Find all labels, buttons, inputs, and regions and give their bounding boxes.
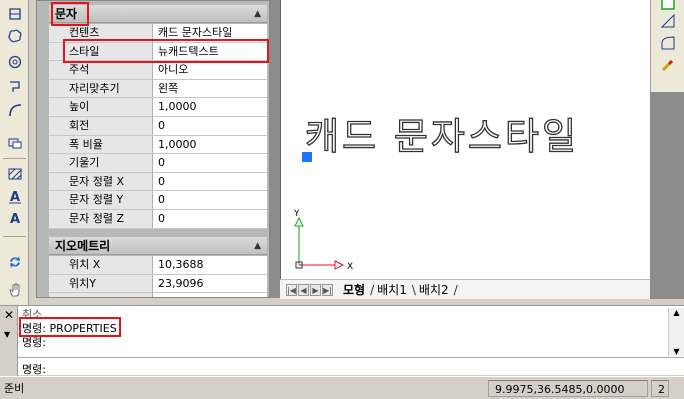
coordinate-readout: 9.9975,36.5485,0.0000 (488, 380, 648, 397)
tab-prev-icon[interactable]: ◀ (298, 283, 309, 296)
grip-point[interactable] (302, 152, 312, 162)
drawing-canvas[interactable]: 캐드 문자스타일 Y X (280, 0, 650, 299)
circle-icon[interactable] (4, 52, 26, 72)
property-row-obliquing[interactable]: 기울기 0 (49, 154, 267, 173)
property-key: 자리맞추기 (49, 79, 153, 98)
left-toolbar: A A (0, 0, 29, 305)
command-input-line[interactable]: 명령: (18, 357, 684, 376)
property-value[interactable]: 왼쪽 (153, 79, 267, 98)
property-key: 문자 정렬 X (49, 172, 153, 191)
category-text[interactable]: 문자 ▲ (49, 5, 267, 23)
dimension-arc-icon[interactable] (659, 34, 677, 52)
category-text-label: 문자 (55, 7, 78, 21)
property-key: 스타일 (49, 42, 153, 61)
property-value[interactable]: 0 (153, 209, 267, 228)
property-key: 폭 비율 (49, 135, 153, 154)
scroll-down-icon[interactable]: ▼ (669, 347, 684, 356)
status-bar: 준비 9.9975,36.5485,0.0000 2 (0, 376, 684, 399)
svg-text:A: A (10, 190, 20, 204)
regen-icon[interactable] (4, 252, 26, 272)
property-row-align-x[interactable]: 문자 정렬 X0 (49, 172, 267, 192)
app-window: A A 문자 ▲ 컨텐츠 캐드 문자스타일 스타일 뉴캐드텍스트 주석 아니오 자리맞… (0, 0, 684, 399)
property-key: 높이 (49, 98, 153, 116)
command-scrollbar[interactable]: ▲ ▼ (668, 308, 684, 356)
property-value[interactable]: 1,0000 (153, 98, 267, 116)
property-row-annotative[interactable]: 주석 아니오 (49, 61, 267, 80)
drawing-text-object[interactable]: 캐드 문자스타일 (304, 106, 579, 160)
property-row-height[interactable]: 높이 1,0000 (49, 98, 267, 117)
close-icon[interactable]: ✕ (4, 308, 14, 322)
paintbrush-icon[interactable] (659, 56, 677, 74)
geometry-properties-list: 위치 X 10,3688 위치Y 23,9096 (49, 256, 267, 297)
arc-icon[interactable] (4, 100, 26, 120)
single-text-icon[interactable]: A (4, 208, 26, 228)
property-key: 컨텐츠 (49, 24, 153, 42)
ucs-icon: Y X (293, 209, 353, 272)
property-value[interactable]: 10,3688 (153, 256, 267, 274)
dimension-linear-icon[interactable] (659, 12, 677, 30)
property-value[interactable]: 캐드 문자스타일 (153, 24, 267, 42)
spline-icon[interactable] (4, 76, 26, 96)
revision-cloud-icon[interactable] (4, 26, 26, 46)
property-key: 회전 (49, 116, 153, 135)
insert-block-icon[interactable] (4, 132, 26, 152)
command-prompt: 명령: (22, 363, 46, 376)
hatch-icon[interactable] (4, 164, 26, 184)
property-value[interactable]: 1,0000 (153, 135, 267, 154)
command-window-handle[interactable]: ✕ ▼ (0, 306, 18, 376)
tab-next-icon[interactable]: ▶ (310, 283, 321, 296)
status-misc: 2 (651, 380, 669, 397)
property-value[interactable]: 0 (153, 172, 267, 191)
right-gutter (650, 92, 684, 299)
menu-arrow-icon[interactable]: ▼ (4, 330, 10, 339)
layout-tab-bar: |◀ ◀ ▶ ▶| 모형 / 배치1 \ 배치2 / (280, 279, 650, 299)
property-value[interactable]: 0 (153, 191, 267, 209)
command-history-line: 명령: (22, 336, 46, 349)
command-window: ✕ ▼ 취소 명령: PROPERTIES 명령: ▲ ▼ 명령: (0, 305, 684, 376)
property-key: 위치Y (49, 274, 153, 293)
collapse-arrow-icon[interactable]: ▲ (254, 237, 261, 255)
multiline-text-icon[interactable]: A (4, 186, 26, 206)
ucs-y-label: Y (293, 209, 300, 219)
right-toolbar (650, 0, 684, 92)
property-row-justify[interactable]: 자리맞추기 왼쪽 (49, 79, 267, 99)
tab-first-icon[interactable]: |◀ (286, 283, 297, 296)
property-row-position-y[interactable]: 위치Y 23,9096 (49, 274, 267, 294)
category-geometry-label: 지오메트리 (55, 239, 111, 253)
property-key: 위치 X (49, 256, 153, 274)
ucs-x-label: X (347, 262, 353, 272)
text-properties-list: 컨텐츠 캐드 문자스타일 스타일 뉴캐드텍스트 주석 아니오 자리맞추기 왼쪽 높이 1,… (49, 24, 267, 229)
property-row-align-y[interactable]: 문자 정렬 Y0 (49, 191, 267, 210)
property-row-style[interactable]: 스타일 뉴캐드텍스트 (49, 42, 267, 62)
property-value[interactable]: 0 (153, 154, 267, 172)
scroll-up-icon[interactable]: ▲ (669, 308, 684, 317)
green-rect-icon[interactable] (659, 0, 677, 12)
tab-model[interactable]: 모형 (340, 281, 368, 298)
property-row-rotation[interactable]: 회전 0 (49, 116, 267, 136)
tab-layout1[interactable]: 배치1 (374, 281, 410, 298)
property-key: 문자 정렬 Y (49, 191, 153, 209)
pan-hand-icon[interactable] (4, 280, 26, 300)
tab-layout2[interactable]: 배치2 (416, 281, 452, 298)
property-key: 문자 정렬 Z (49, 209, 153, 228)
property-row-width-factor[interactable]: 폭 비율 1,0000 (49, 135, 267, 155)
panel-splitter[interactable] (270, 0, 280, 298)
property-row-content[interactable]: 컨텐츠 캐드 문자스타일 (49, 24, 267, 43)
property-key: 기울기 (49, 154, 153, 172)
status-ready: 준비 (4, 382, 25, 395)
property-value[interactable]: 0 (153, 116, 267, 135)
category-geometry[interactable]: 지오메트리 ▲ (49, 237, 267, 255)
property-value[interactable]: 23,9096 (153, 274, 267, 293)
svg-text:A: A (10, 212, 20, 226)
tab-last-icon[interactable]: ▶| (322, 283, 333, 296)
property-value[interactable]: 뉴캐드텍스트 (153, 42, 267, 61)
property-value[interactable]: 아니오 (153, 61, 267, 79)
property-row-partial (49, 293, 267, 297)
property-row-align-z[interactable]: 문자 정렬 Z0 (49, 209, 267, 229)
property-key: 주석 (49, 61, 153, 79)
property-row-position-x[interactable]: 위치 X 10,3688 (49, 256, 267, 275)
polygon-icon[interactable] (4, 4, 26, 24)
collapse-arrow-icon[interactable]: ▲ (254, 5, 261, 23)
properties-panel: 문자 ▲ 컨텐츠 캐드 문자스타일 스타일 뉴캐드텍스트 주석 아니오 자리맞추기 왼쪽… (36, 0, 270, 298)
